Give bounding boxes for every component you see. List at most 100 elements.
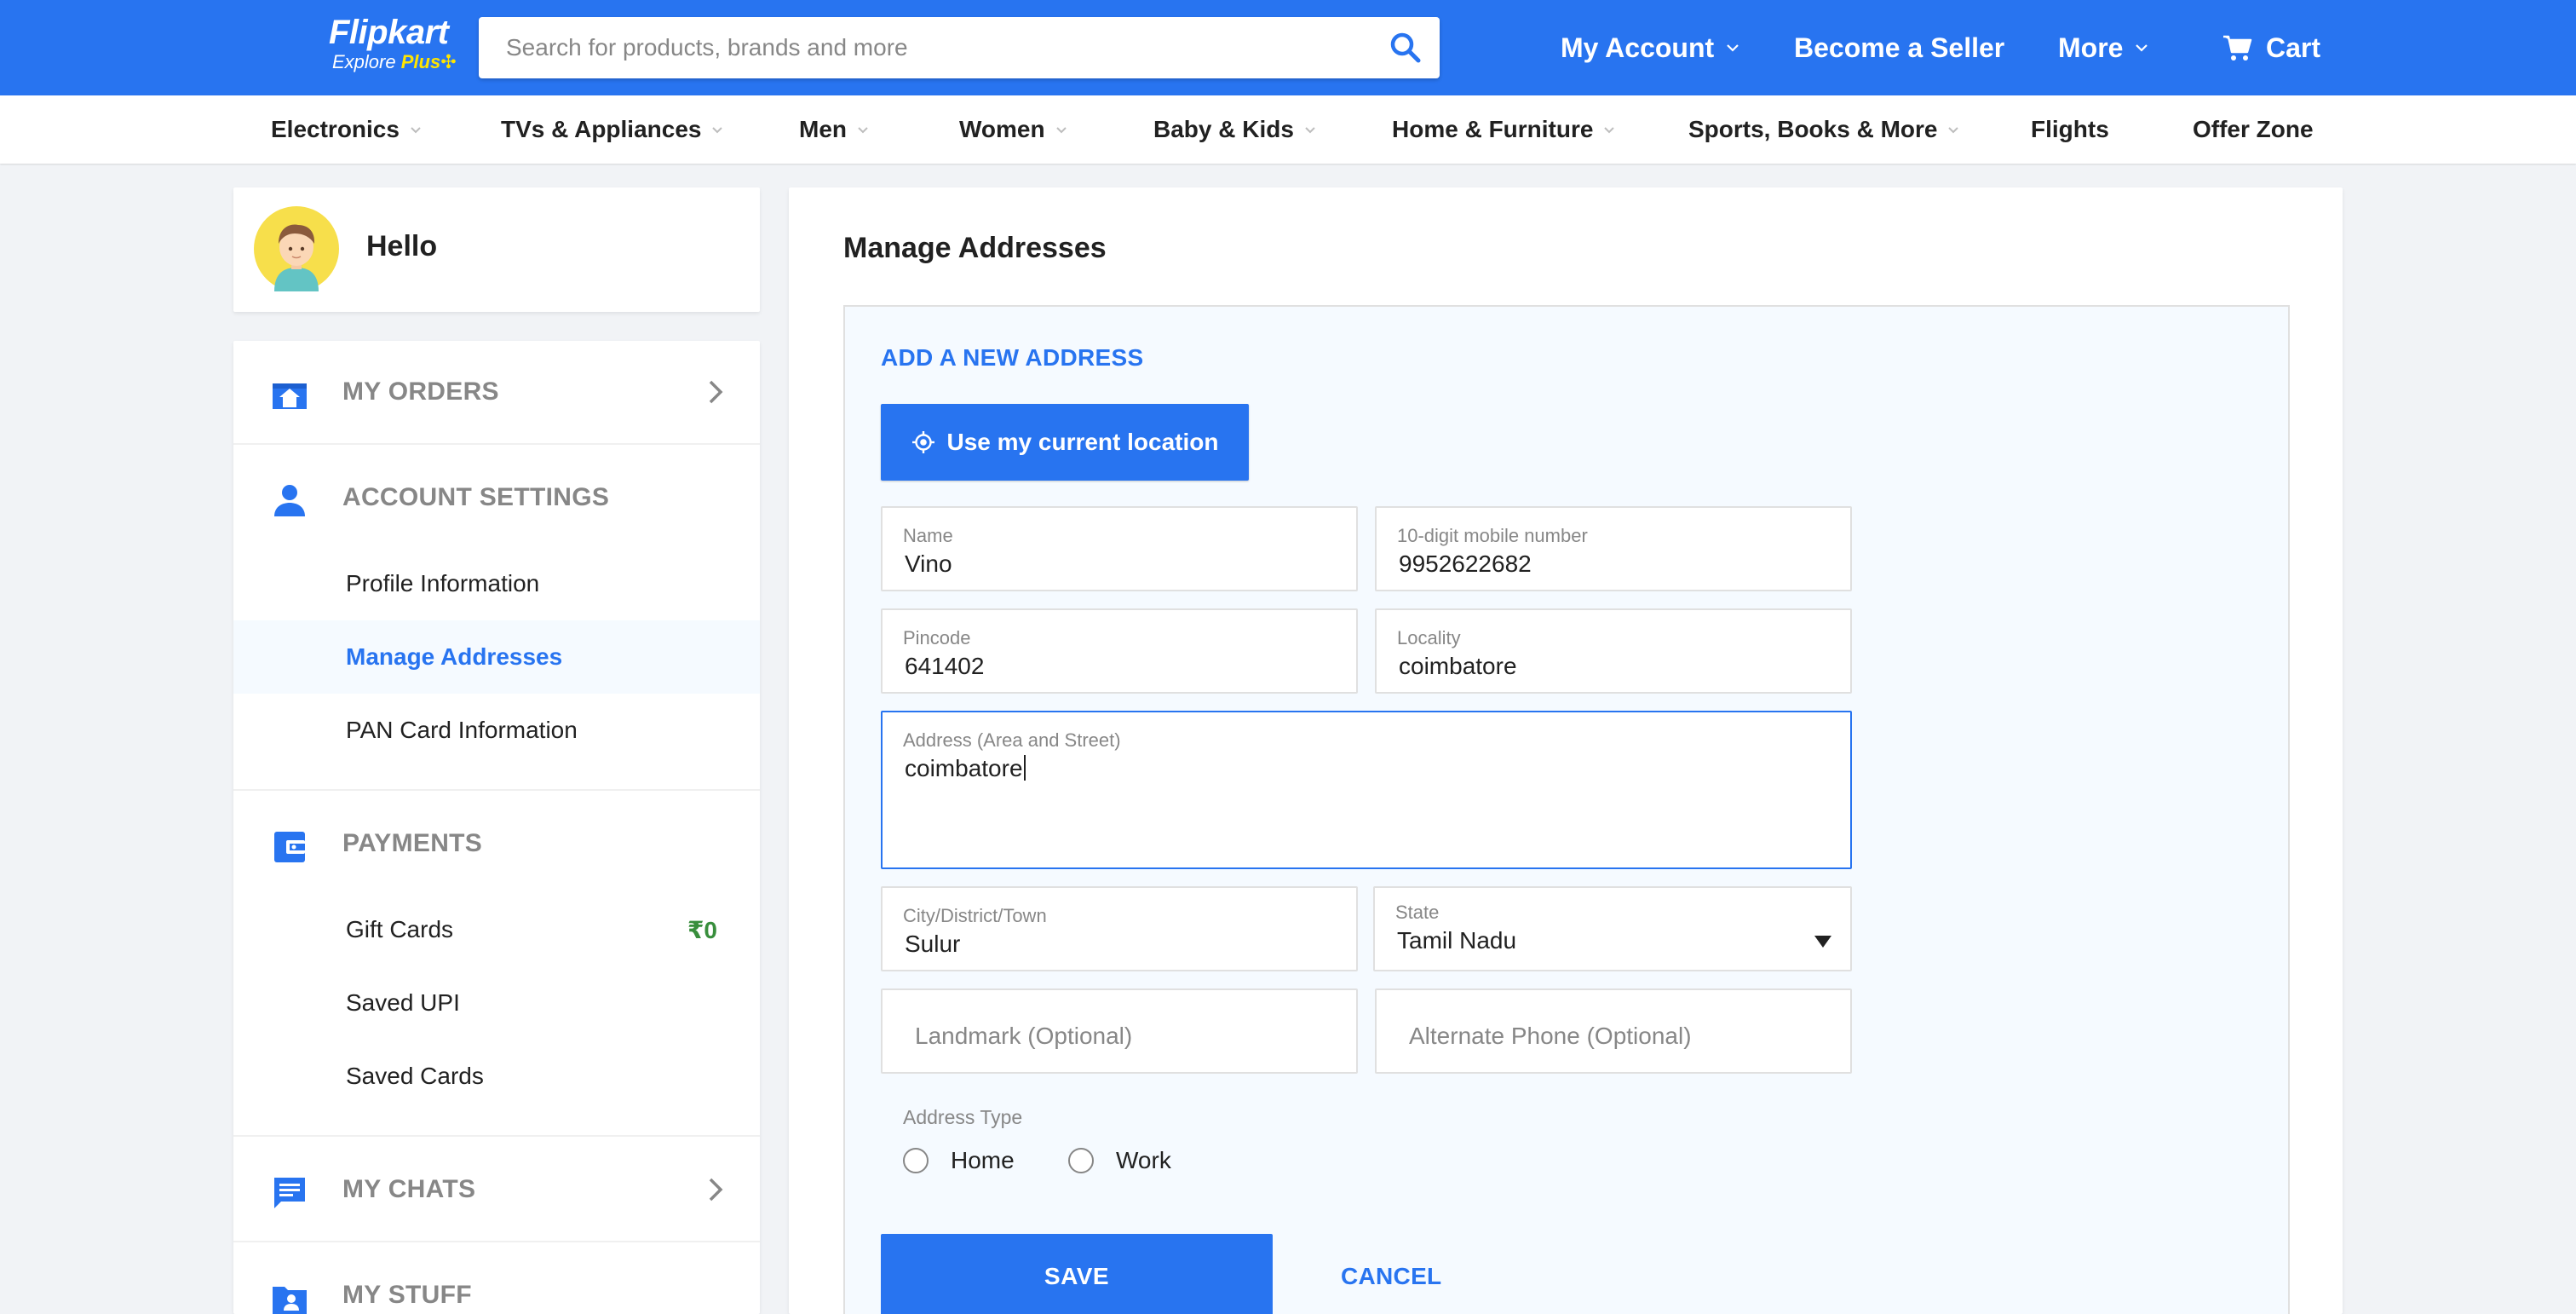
sidebar-my-chats[interactable]: MY CHATS [233, 1138, 760, 1241]
category-offer-zone[interactable]: Offer Zone [2193, 95, 2314, 164]
cart-icon [2223, 35, 2252, 61]
city-district-town-field[interactable]: City/District/Town [881, 886, 1358, 971]
location-crosshair-icon [911, 431, 934, 453]
sidebar-item-manage-addresses[interactable]: Manage Addresses [233, 620, 760, 694]
chevron-down-icon [1305, 126, 1315, 133]
city-input[interactable] [905, 931, 1334, 958]
sidebar-item-label: Saved UPI [346, 989, 460, 1016]
become-seller-link[interactable]: Become a Seller [1794, 0, 2004, 95]
my-account-label: My Account [1561, 32, 1715, 63]
category-electronics[interactable]: Electronics [271, 95, 422, 164]
locality-field[interactable]: Locality [1375, 608, 1852, 694]
city-label: City/District/Town [903, 905, 1047, 926]
state-label: State [1395, 902, 1440, 923]
chat-icon [274, 1178, 305, 1208]
greeting-text: Hello [366, 230, 438, 262]
sidebar-item-label: Manage Addresses [346, 643, 563, 670]
divider [233, 1135, 760, 1137]
plus-icon: ✣ [440, 51, 457, 72]
landmark-field[interactable]: Landmark (Optional) [881, 988, 1358, 1074]
address-form: ADD A NEW ADDRESS Use my current locatio… [843, 305, 2290, 1314]
sidebar-item-saved-cards[interactable]: Saved Cards [233, 1040, 760, 1113]
category-women[interactable]: Women [959, 95, 1067, 164]
user-icon [274, 485, 305, 516]
top-header: Flipkart Explore Plus✣ My Account Become… [0, 0, 2576, 95]
sidebar-item-label: Gift Cards [346, 916, 454, 942]
chevron-down-icon [1948, 126, 1959, 133]
category-sports-books[interactable]: Sports, Books & More [1688, 95, 1959, 164]
sidebar-item-gift-cards[interactable]: Gift Cards ₹0 [233, 893, 760, 966]
greeting-card: Hello [233, 187, 760, 312]
sidebar-label: MY STUFF [342, 1281, 472, 1309]
category-label: Men [799, 116, 847, 142]
name-label: Name [903, 525, 953, 546]
address-textarea[interactable]: coimbatore [905, 755, 1828, 782]
category-baby-kids[interactable]: Baby & Kids [1153, 95, 1316, 164]
sidebar-item-pan-card[interactable]: PAN Card Information [233, 694, 760, 767]
use-current-location-button[interactable]: Use my current location [881, 404, 1249, 481]
divider [233, 1241, 760, 1242]
name-field[interactable]: Name [881, 506, 1358, 591]
search-icon [1390, 32, 1421, 63]
cart-label: Cart [2266, 32, 2321, 63]
landmark-placeholder: Landmark (Optional) [915, 1023, 1133, 1049]
logo-tagline: Explore Plus✣ [332, 51, 457, 73]
logo-tag-plus: Plus [400, 51, 441, 72]
text-cursor [1023, 755, 1026, 781]
category-men[interactable]: Men [799, 95, 869, 164]
locality-label: Locality [1397, 627, 1461, 648]
cart-link[interactable]: Cart [2222, 0, 2320, 95]
flipkart-logo[interactable]: Flipkart Explore Plus✣ [329, 14, 457, 73]
search-input[interactable] [479, 17, 1365, 78]
mobile-number-label: 10-digit mobile number [1397, 525, 1588, 546]
chevron-down-icon [858, 126, 868, 133]
sidebar-item-profile-information[interactable]: Profile Information [233, 547, 760, 620]
state-select[interactable]: State Tamil Nadu [1373, 886, 1852, 971]
pincode-input[interactable] [905, 653, 1334, 680]
gift-card-balance: ₹0 [687, 916, 717, 943]
orders-icon [273, 383, 307, 409]
sidebar-account-settings[interactable]: ACCOUNT SETTINGS [233, 447, 760, 549]
avatar [254, 206, 339, 291]
folder-user-icon [273, 1287, 307, 1314]
cancel-button[interactable]: CANCEL [1341, 1263, 1441, 1290]
chevron-down-icon [2136, 44, 2148, 52]
name-input[interactable] [905, 550, 1334, 578]
category-tvs-appliances[interactable]: TVs & Appliances [501, 95, 723, 164]
search-button[interactable] [1389, 31, 1423, 65]
state-value: Tamil Nadu [1397, 927, 1517, 954]
locality-input[interactable] [1399, 653, 1828, 680]
category-home-furniture[interactable]: Home & Furniture [1392, 95, 1615, 164]
pincode-label: Pincode [903, 627, 971, 648]
mobile-number-input[interactable] [1399, 550, 1828, 578]
address-type-home-radio[interactable]: Home [903, 1147, 1015, 1174]
my-account-menu[interactable]: My Account [1561, 0, 1739, 95]
chevron-down-icon [411, 126, 421, 133]
sidebar-label: PAYMENTS [342, 829, 483, 857]
pincode-field[interactable]: Pincode [881, 608, 1358, 694]
page-title: Manage Addresses [843, 232, 1107, 264]
radio-label: Work [1116, 1147, 1171, 1173]
alternate-phone-field[interactable]: Alternate Phone (Optional) [1375, 988, 1852, 1074]
sidebar-label: ACCOUNT SETTINGS [342, 483, 610, 511]
sidebar-label: MY ORDERS [342, 377, 499, 406]
category-flights[interactable]: Flights [2031, 95, 2109, 164]
address-area-street-field[interactable]: Address (Area and Street) coimbatore [881, 711, 1852, 869]
save-button[interactable]: SAVE [881, 1234, 1273, 1314]
category-label: Baby & Kids [1153, 116, 1294, 142]
sidebar-my-stuff[interactable]: MY STUFF [233, 1244, 760, 1314]
sidebar-item-saved-upi[interactable]: Saved UPI [233, 966, 760, 1040]
more-menu[interactable]: More [2058, 0, 2148, 95]
sidebar-payments[interactable]: PAYMENTS [233, 792, 760, 895]
address-type-work-radio[interactable]: Work [1068, 1147, 1171, 1174]
divider [233, 443, 760, 445]
chevron-down-icon [1055, 126, 1067, 133]
dropdown-arrow-icon [1814, 936, 1831, 948]
radio-circle [1068, 1148, 1094, 1173]
sidebar-item-label: PAN Card Information [346, 717, 578, 743]
logo-brand: Flipkart [329, 14, 449, 51]
sidebar-my-orders[interactable]: MY ORDERS [233, 341, 760, 443]
address-value: coimbatore [905, 755, 1023, 781]
account-sidebar: MY ORDERS ACCOUNT SETTINGS Profile Infor… [233, 341, 760, 1314]
mobile-number-field[interactable]: 10-digit mobile number [1375, 506, 1852, 591]
